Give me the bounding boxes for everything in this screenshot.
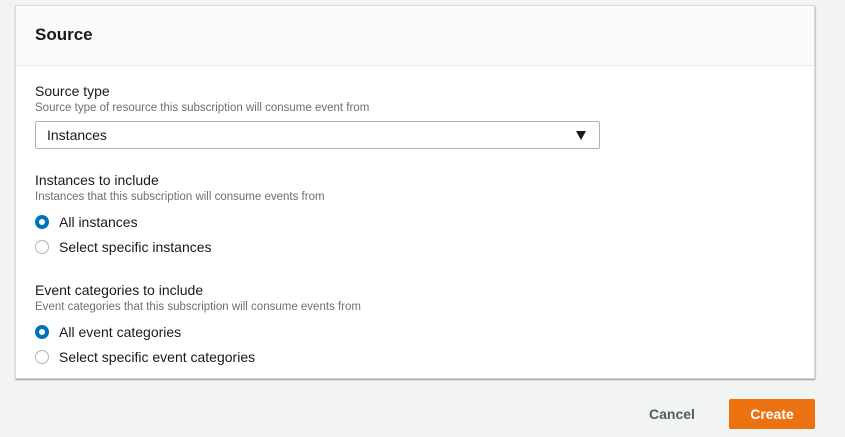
radio-all-event-categories[interactable]: All event categories — [35, 319, 795, 344]
source-type-selected-value: Instances — [47, 127, 107, 143]
panel-title: Source — [35, 25, 93, 44]
source-type-field: Source type Source type of resource this… — [35, 82, 795, 149]
instances-radio-group: All instances Select specific instances — [35, 209, 795, 259]
radio-all-instances[interactable]: All instances — [35, 209, 795, 234]
radio-checked-icon[interactable] — [35, 324, 49, 339]
panel-body: Source type Source type of resource this… — [16, 66, 814, 369]
caret-down-icon — [576, 131, 586, 140]
radio-unchecked-icon[interactable] — [35, 349, 49, 364]
radio-specific-instances[interactable]: Select specific instances — [35, 234, 795, 259]
source-type-description: Source type of resource this subscriptio… — [35, 102, 370, 114]
cancel-button[interactable]: Cancel — [637, 399, 707, 429]
radio-label: Select specific event categories — [59, 348, 256, 365]
panel-header: Source — [16, 6, 814, 66]
instances-label: Instances to include — [35, 172, 159, 188]
radio-label: Select specific instances — [59, 238, 212, 255]
event-categories-label: Event categories to include — [35, 282, 204, 298]
radio-checked-icon[interactable] — [35, 214, 49, 229]
radio-label: All instances — [59, 213, 138, 230]
instances-description: Instances that this subscription will co… — [35, 191, 325, 203]
source-type-label: Source type — [35, 83, 110, 99]
create-button[interactable]: Create — [729, 399, 815, 429]
event-categories-radio-group: All event categories Select specific eve… — [35, 319, 795, 369]
radio-specific-event-categories[interactable]: Select specific event categories — [35, 344, 795, 369]
radio-unchecked-icon[interactable] — [35, 239, 49, 254]
instances-field: Instances to include Instances that this… — [35, 171, 795, 259]
event-categories-field: Event categories to include Event catego… — [35, 281, 795, 369]
event-categories-description: Event categories that this subscription … — [35, 301, 361, 313]
radio-label: All event categories — [59, 323, 182, 340]
source-type-select[interactable]: Instances — [35, 121, 600, 149]
source-panel: Source Source type Source type of resour… — [15, 5, 815, 379]
